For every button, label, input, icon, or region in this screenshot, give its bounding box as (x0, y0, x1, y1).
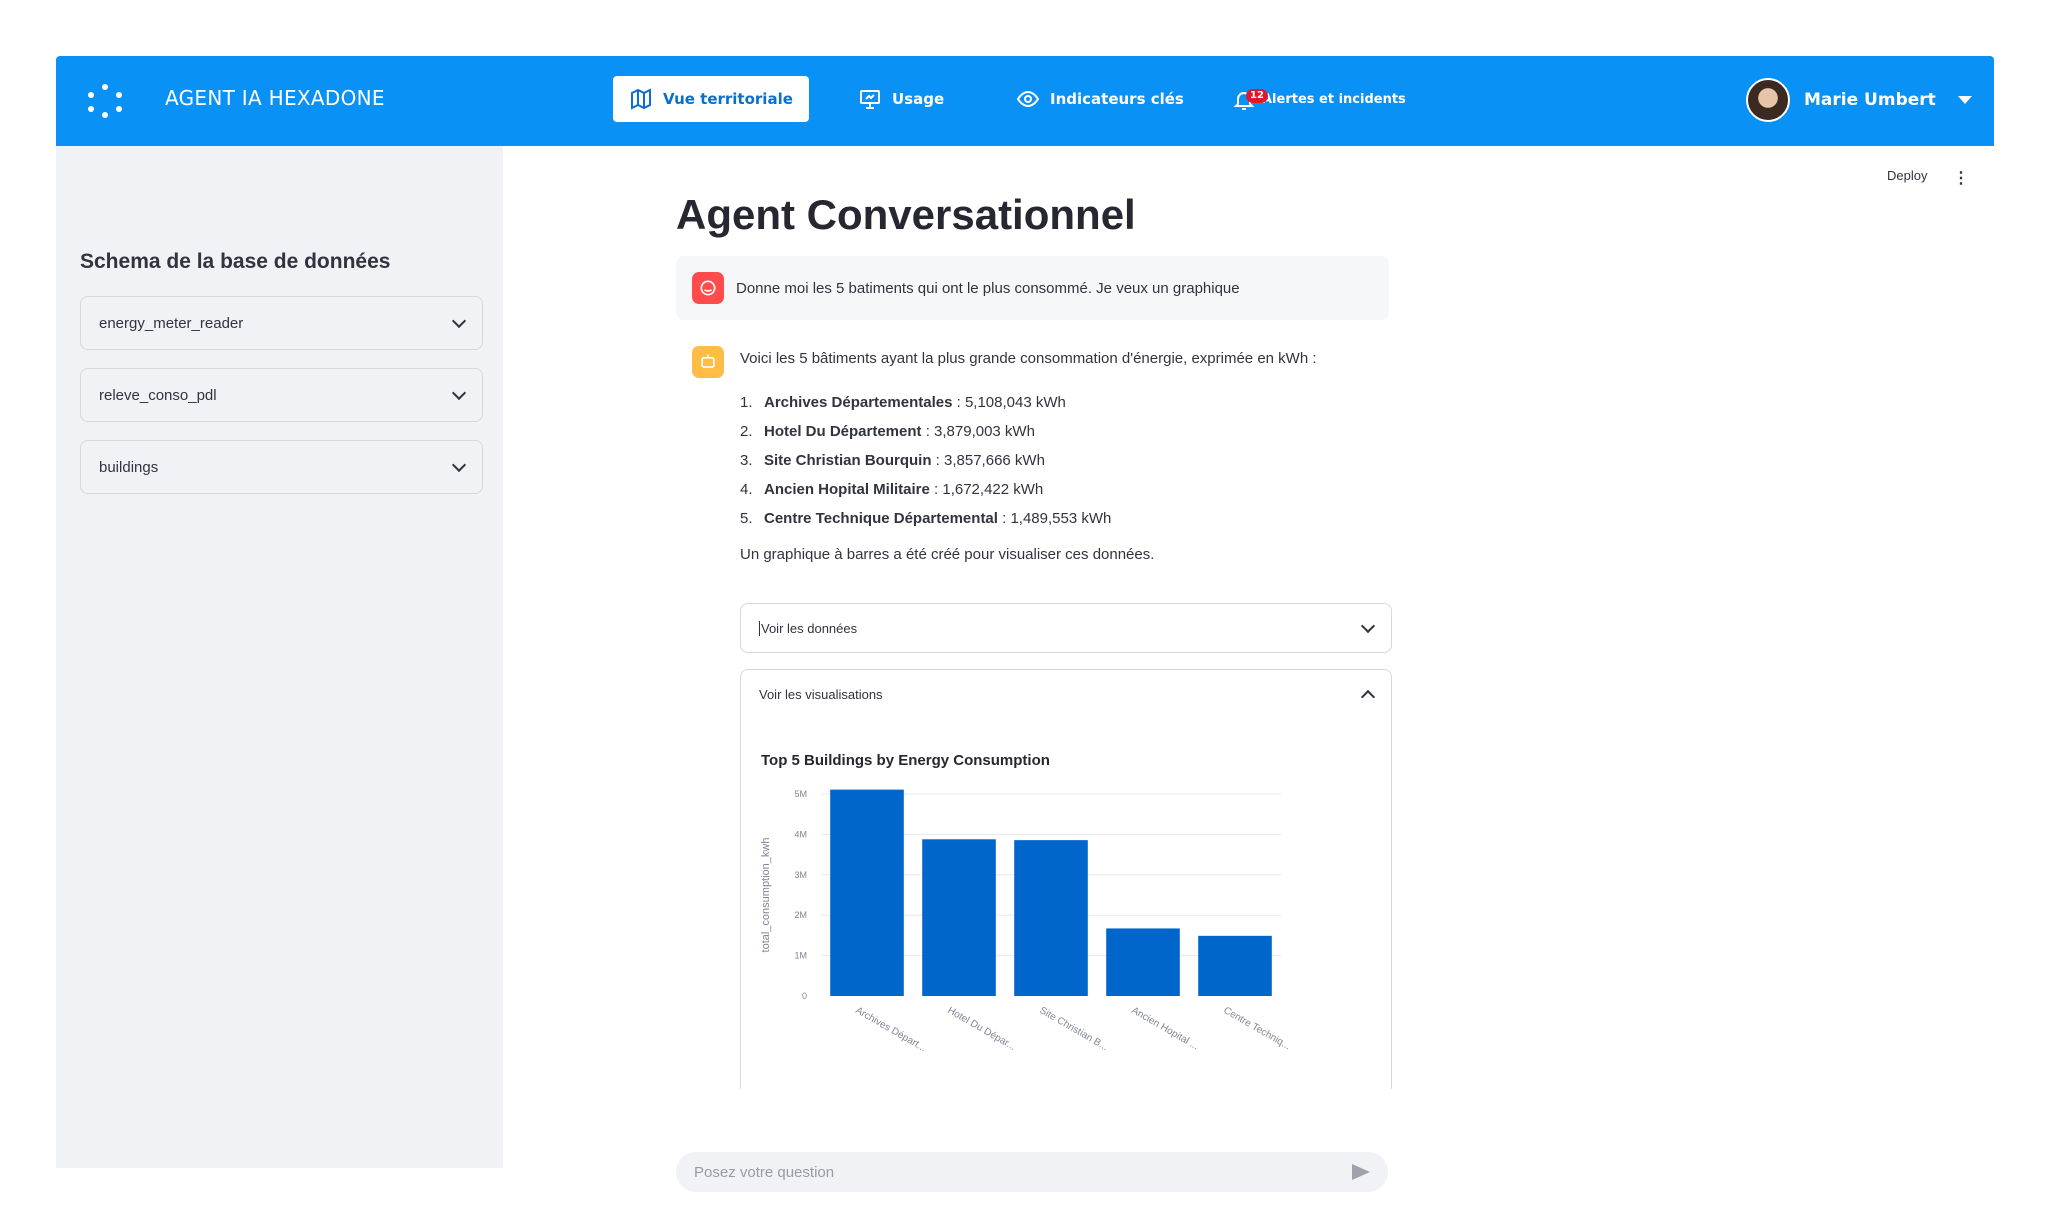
bell-wrapper: 12 (1232, 86, 1268, 112)
table-expander-energy-meter-reader[interactable]: energy_meter_reader (80, 296, 483, 350)
table-expander-buildings[interactable]: buildings (80, 440, 483, 494)
chart-bar (830, 789, 904, 996)
chart-bar (922, 839, 996, 996)
building-value: : 3,857,666 kWh (931, 452, 1045, 469)
page-title: Agent Conversationnel (676, 191, 1136, 238)
nav-alertes-incidents[interactable]: 12 Alertes et incidents (1216, 76, 1422, 122)
assistant-avatar-icon (692, 346, 724, 378)
nav-label: Alertes et incidents (1262, 91, 1406, 107)
chevron-down-icon (1360, 618, 1376, 633)
data-expander-label: Voir les données (759, 620, 858, 636)
user-message: Donne moi les 5 batiments qui ont le plu… (676, 256, 1389, 320)
chat-input-placeholder: Posez votre question (694, 1163, 835, 1181)
deploy-button[interactable]: Deploy (1887, 168, 1927, 183)
nav-vue-territoriale[interactable]: Vue territoriale (613, 76, 809, 122)
x-tick-label: Archives Départ... (854, 1005, 928, 1054)
list-item: 3. Site Christian Bourquin : 3,857,666 kW… (740, 446, 1111, 475)
data-expander[interactable]: Voir les données (740, 603, 1392, 653)
y-tick-label: 0 (802, 991, 807, 1001)
building-value: : 5,108,043 kWh (952, 394, 1066, 411)
assistant-outro-text: Un graphique à barres a été créé pour vi… (740, 546, 1155, 563)
building-name: Ancien Hopital Militaire (764, 481, 930, 498)
sidebar: Schema de la base de données energy_mete… (56, 146, 503, 1168)
nav-usage[interactable]: Usage (842, 76, 960, 122)
building-value: : 3,879,003 kWh (921, 423, 1035, 440)
list-item: 5. Centre Technique Départemental : 1,489… (740, 504, 1111, 533)
list-number: 5. (740, 510, 753, 527)
nav-label: Vue territoriale (663, 90, 793, 108)
bar-chart: 0 1M 2M 3M 4M 5M total_consumption_kwh Archives… (760, 789, 1293, 1054)
alert-count-badge: 12 (1246, 89, 1268, 103)
x-tick-label: Site Christian B... (1038, 1005, 1110, 1053)
send-icon[interactable] (1352, 1164, 1370, 1180)
user-message-text: Donne moi les 5 batiments qui ont le plu… (736, 279, 1240, 297)
chart-bar (1198, 935, 1272, 996)
user-name: Marie Umbert (1804, 90, 1936, 110)
eye-icon (1016, 90, 1040, 108)
list-item: 1. Archives Départementales : 5,108,043 k… (740, 388, 1111, 417)
chevron-down-icon (451, 313, 467, 328)
data-expander-header[interactable]: Voir les données (741, 604, 1391, 652)
caret-down-icon (1957, 96, 1972, 104)
y-axis-label: total_consumption_kwh (760, 838, 772, 953)
building-value: : 1,672,422 kWh (929, 481, 1044, 498)
list-number: 4. (740, 481, 753, 498)
chart-bar (1014, 840, 1088, 996)
more-options-icon[interactable]: ⋮ (1953, 168, 1969, 188)
list-number: 1. (740, 394, 753, 411)
brand-name: AGENT IA HEXADONE (165, 86, 385, 110)
x-tick-label: Hotel Du Dépar... (946, 1005, 1018, 1053)
sidebar-title: Schema de la base de données (80, 250, 391, 273)
list-number: 2. (740, 423, 753, 440)
chat-input[interactable]: Posez votre question (676, 1152, 1388, 1192)
nav-indicateurs-cles[interactable]: Indicateurs clés (1000, 76, 1200, 122)
user-avatar-icon (692, 272, 724, 304)
nav-label: Usage (892, 90, 945, 108)
top-navbar: AGENT IA HEXADONE Vue territoriale Usage… (56, 56, 1994, 146)
x-tick-label: Ancien Hopital ... (1130, 1005, 1201, 1052)
assistant-intro-text: Voici les 5 bâtiments ayant la plus gran… (740, 350, 1317, 367)
y-tick-label: 5M (794, 789, 807, 799)
presentation-icon (860, 90, 880, 109)
y-tick-label: 4M (794, 829, 807, 839)
building-value: : 1,489,553 kWh (997, 510, 1112, 527)
building-name: Centre Technique Départemental (764, 510, 998, 527)
visualisation-expander-header[interactable]: Voir les visualisations (741, 670, 1391, 718)
chart-title: Top 5 Buildings by Energy Consumption (761, 752, 1050, 769)
user-menu[interactable]: Marie Umbert (1746, 78, 1972, 122)
x-tick-label: Centre Techniq... (1222, 1005, 1293, 1052)
list-number: 3. (740, 452, 753, 469)
building-name: Hotel Du Département (764, 423, 922, 440)
avatar (1746, 78, 1790, 122)
chart-bar (1106, 928, 1180, 996)
y-tick-label: 3M (794, 870, 807, 880)
visualisation-expander: Voir les visualisations Top 5 Buildings … (740, 669, 1392, 1089)
y-tick-label: 2M (794, 910, 807, 920)
table-name: buildings (99, 458, 159, 476)
table-expander-releve-conso-pdl[interactable]: releve_conso_pdl (80, 368, 483, 422)
list-item: 4. Ancien Hopital Militaire : 1,672,422 k… (740, 475, 1111, 504)
chevron-down-icon (451, 385, 467, 400)
building-ranking-list: 1. Archives Départementales : 5,108,043 k… (740, 388, 1111, 533)
app-window: AGENT IA HEXADONE Vue territoriale Usage… (56, 56, 1994, 1192)
table-name: energy_meter_reader (99, 314, 244, 332)
visualisation-expander-label: Voir les visualisations (759, 686, 883, 702)
chevron-up-icon (1360, 689, 1376, 704)
building-name: Site Christian Bourquin (764, 452, 932, 469)
chevron-down-icon (451, 457, 467, 472)
y-tick-label: 1M (794, 951, 807, 961)
nav-label: Indicateurs clés (1050, 90, 1184, 108)
building-name: Archives Départementales (764, 394, 953, 411)
list-item: 2. Hotel Du Département : 3,879,003 kWh (740, 417, 1111, 446)
map-icon (631, 88, 651, 110)
hexadone-logo-icon[interactable] (88, 84, 122, 118)
table-name: releve_conso_pdl (99, 386, 217, 404)
